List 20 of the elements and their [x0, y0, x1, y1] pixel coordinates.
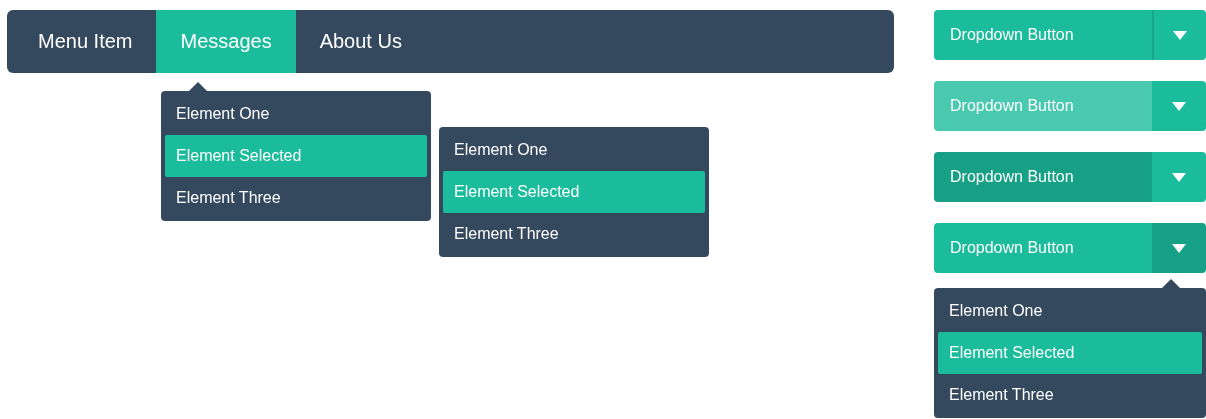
menu-tab[interactable]: About Us: [295, 10, 426, 73]
menu-item[interactable]: Element One: [938, 290, 1202, 332]
caret-toggle[interactable]: [1152, 223, 1206, 273]
menu-item[interactable]: Element Three: [938, 374, 1202, 416]
menu-item[interactable]: Element One: [443, 129, 705, 171]
dropdown-button-label: Dropdown Button: [934, 10, 1152, 60]
dropdown-button-label: Dropdown Button: [934, 81, 1152, 131]
menu-item[interactable]: Element Three: [165, 177, 427, 219]
caret-icon: [1172, 101, 1186, 111]
caret-icon: [1172, 243, 1186, 253]
caret-toggle[interactable]: [1152, 81, 1206, 131]
caret-toggle[interactable]: [1152, 10, 1206, 60]
caret-icon: [1172, 172, 1186, 182]
dropdown-button-label: Dropdown Button: [934, 223, 1152, 273]
menu-item[interactable]: Element Three: [443, 213, 705, 255]
caret-icon: [1173, 30, 1187, 40]
menu-item[interactable]: Element One: [165, 93, 427, 135]
menu-tab[interactable]: Menu Item: [14, 10, 157, 73]
dropdown-button-label: Dropdown Button: [934, 152, 1152, 202]
caret-toggle[interactable]: [1152, 152, 1206, 202]
